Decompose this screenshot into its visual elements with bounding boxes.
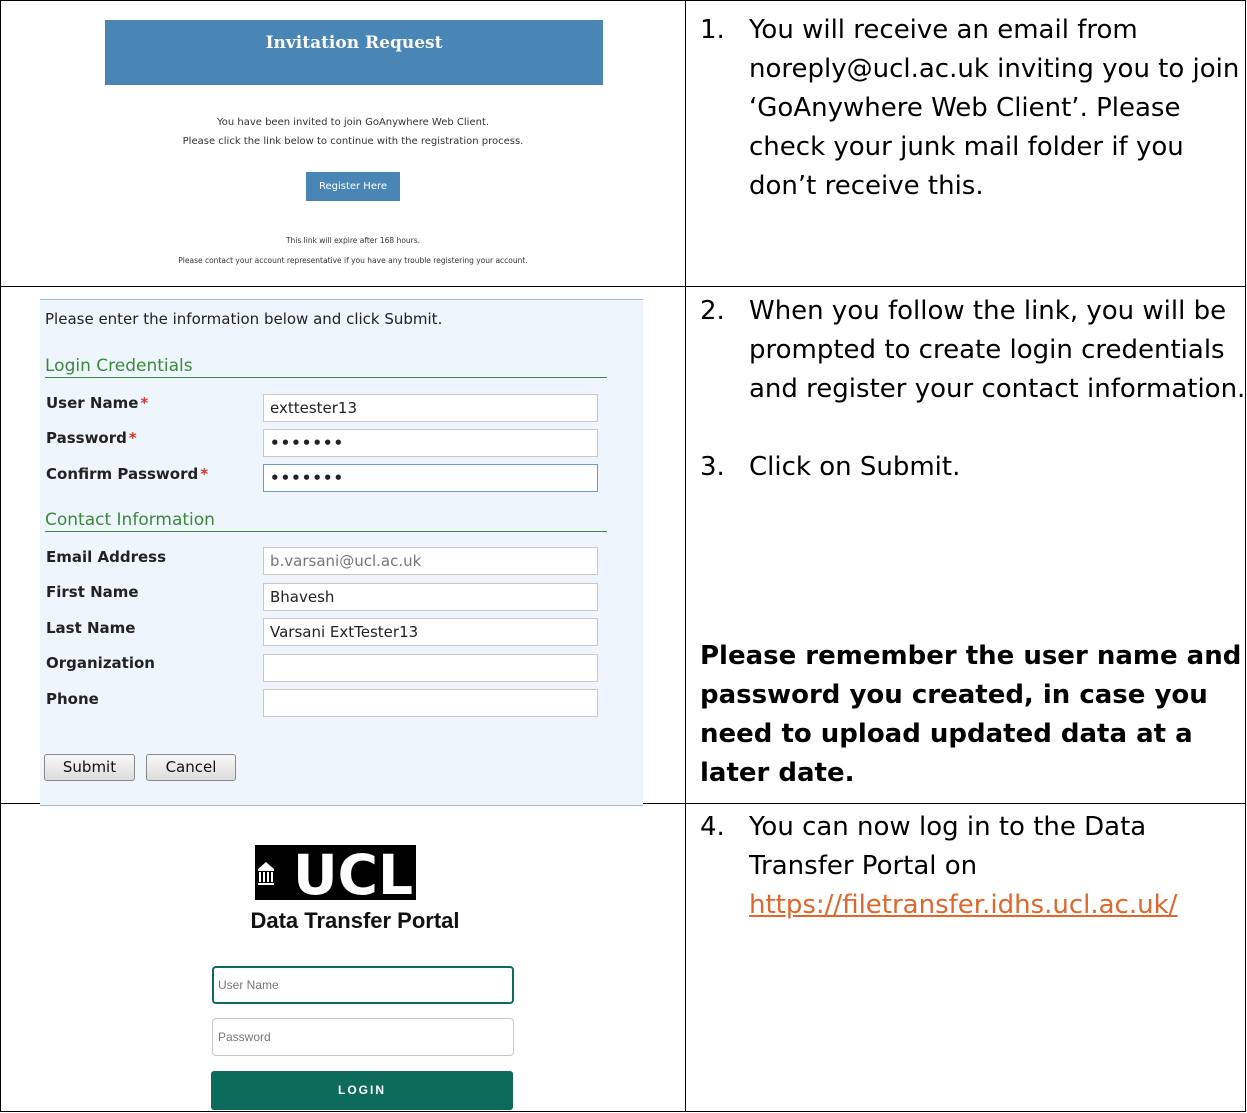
step-text: Click on Submit. [749,452,961,482]
cancel-button[interactable]: Cancel [146,754,236,781]
contact-information-heading: Contact Information [45,510,607,532]
invitation-title: Invitation Request [265,33,443,53]
step-number: 3. [700,452,725,482]
phone-input[interactable] [263,689,598,717]
organization-input[interactable] [263,654,598,682]
step-number: 1. [700,15,725,45]
login-password-input[interactable]: Password [212,1018,514,1056]
logo-wordmark: UCL [293,845,413,900]
ucl-logo: UCL [255,845,416,900]
invitation-footer-1: This link will expire after 168 hours. [285,236,421,245]
step-text: You can now log in to the Data Transfer … [749,808,1247,925]
invitation-line-2: Please click the link below to continue … [182,136,524,147]
step-text: When you follow the link, you will be pr… [749,296,1246,404]
login-button[interactable]: LOGIN [211,1071,513,1110]
step-number: 4. [700,812,725,842]
required-marker: * [128,429,137,447]
organization-label: Organization [46,654,155,672]
username-input[interactable]: exttester13 [263,394,598,422]
last-name-input[interactable]: Varsani ExtTester13 [263,618,598,646]
login-credentials-heading: Login Credentials [45,356,607,378]
invitation-line-1: You have been invited to join GoAnywhere… [216,117,490,128]
confirm-password-input[interactable]: ••••••• [263,464,598,492]
form-intro: Please enter the information below and c… [45,310,443,328]
invitation-footer-2: Please contact your account representati… [178,256,528,265]
required-marker: * [140,394,149,412]
submit-button[interactable]: Submit [44,754,135,781]
first-name-input[interactable]: Bhavesh [263,583,598,611]
email-address-input[interactable]: b.varsani@ucl.ac.uk [263,547,598,575]
last-name-label: Last Name [46,619,136,637]
row-divider-1 [0,286,1246,287]
username-label: User Name * [46,394,149,412]
register-here-button[interactable]: Register Here [306,172,400,201]
email-address-label: Email Address [46,548,167,566]
login-username-input[interactable]: User Name [212,966,514,1004]
password-input[interactable]: ••••••• [263,429,598,457]
reminder-note: Please remember the user name and passwo… [700,641,1242,788]
phone-label: Phone [46,690,99,708]
step-text: You will receive an email from noreply@u… [749,15,1240,201]
column-divider [685,0,686,1112]
portal-title: Data Transfer Portal [250,908,460,933]
invitation-banner: Invitation Request [105,20,603,85]
step-number: 2. [700,296,725,326]
portal-link[interactable]: https://filetransfer.idhs.ucl.ac.uk/ [749,890,1177,920]
first-name-label: First Name [46,583,139,601]
step-text-before-link: You can now log in to the Data Transfer … [749,812,1147,881]
required-marker: * [200,465,209,483]
password-label: Password * [46,429,137,447]
confirm-password-label: Confirm Password * [46,465,209,483]
